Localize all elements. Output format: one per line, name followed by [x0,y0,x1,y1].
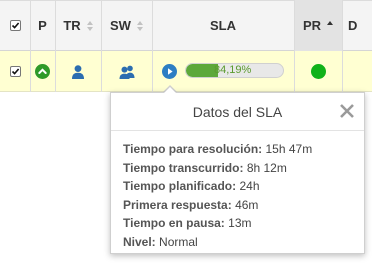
field-resolution-time: Tiempo para resolución: 15h 47m [123,140,312,159]
row-pr-cell [294,51,342,92]
field-value: Normal [159,234,198,249]
field-level: Nivel: Normal [123,233,312,252]
column-divider [342,0,343,92]
header-sla[interactable]: SLA [152,0,294,51]
users-icon[interactable] [118,64,136,80]
field-label: Nivel: [123,234,156,249]
field-label: Tiempo planificado: [123,179,237,193]
row-tr-cell [55,51,101,92]
header-pr-label: PR [302,18,322,33]
header-d[interactable]: D [342,0,372,51]
sort-icon [86,20,93,31]
header-tr-label: TR [63,18,81,33]
priority-status-dot [310,64,326,79]
header-pr[interactable]: PR [294,0,342,51]
header-sw[interactable]: SW [101,0,152,51]
header-d-label: D [348,18,358,33]
row-sw-cell [101,51,152,92]
header-tr[interactable]: TR [55,0,101,51]
user-icon[interactable] [70,64,86,80]
field-label: Tiempo transcurrido: [123,160,244,175]
header-p-label: P [38,18,47,33]
header-sw-label: SW [110,18,131,33]
field-value: 46m [235,197,259,212]
sla-percent-label: 84,19% [214,64,252,76]
field-elapsed-time: Tiempo transcurrido: 8h 12m [123,159,312,178]
popover-title: Datos del SLA [111,93,364,131]
field-value: 24h [239,179,260,193]
field-planned-time: Tiempo planificado: 24h [123,177,312,196]
select-all-checkbox[interactable] [9,20,21,31]
row-p-cell [30,51,55,92]
field-value: 15h 47m [265,142,313,156]
popover-arrow-inner [164,87,176,93]
sla-popover: Datos del SLA Tiempo para resolución: 15… [110,92,365,254]
row-checkbox[interactable] [9,66,21,77]
field-first-response: Primera respuesta: 46m [123,196,312,215]
close-icon[interactable] [339,103,355,119]
sort-icon [136,20,143,31]
header-p[interactable]: P [30,0,55,51]
chevron-up-icon[interactable] [35,64,50,79]
sort-ascending-icon [327,20,334,31]
popover-fields: Tiempo para resolución: 15h 47m Tiempo t… [123,140,312,251]
field-label: Tiempo para resolución: [123,142,263,156]
field-value: 13m [228,216,252,230]
field-label: Primera respuesta: [123,197,232,212]
sla-progress-bar[interactable]: 84,19% [185,63,284,78]
header-select-all-cell [0,0,30,51]
field-value: 8h 12m [246,160,287,175]
column-divider [152,0,153,92]
field-label: Tiempo en pausa: [123,216,225,230]
field-paused-time: Tiempo en pausa: 13m [123,214,312,233]
row-select-cell [0,51,30,92]
play-icon[interactable] [161,64,177,79]
header-sla-label: SLA [210,18,236,33]
